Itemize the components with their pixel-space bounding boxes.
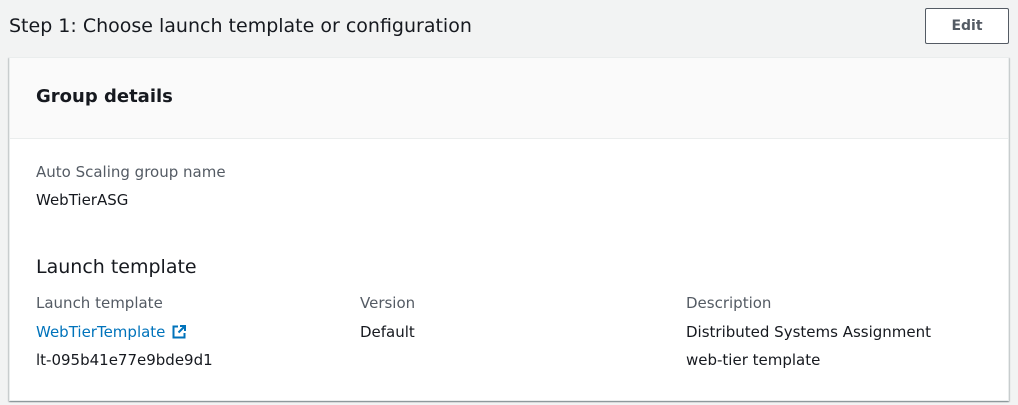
description-line-1: Distributed Systems Assignment bbox=[686, 323, 932, 341]
group-details-panel: Group details Auto Scaling group name We… bbox=[9, 57, 1009, 401]
version-value: Default bbox=[360, 323, 415, 341]
launch-template-link[interactable]: WebTierTemplate bbox=[36, 322, 187, 342]
launch-template-link-text[interactable]: WebTierTemplate bbox=[36, 322, 165, 342]
launch-template-heading: Launch template bbox=[36, 256, 197, 278]
launch-template-label: Launch template bbox=[36, 294, 163, 312]
launch-template-id: lt-095b41e77e9bde9d1 bbox=[36, 351, 213, 369]
external-link-icon[interactable] bbox=[171, 324, 187, 340]
panel-title: Group details bbox=[36, 86, 173, 107]
step-title: Step 1: Choose launch template or config… bbox=[9, 15, 472, 37]
asg-name-label: Auto Scaling group name bbox=[36, 163, 226, 181]
step-header: Step 1: Choose launch template or config… bbox=[0, 0, 1018, 52]
version-label: Version bbox=[360, 294, 416, 312]
description-line-2: web-tier template bbox=[686, 351, 821, 369]
description-label: Description bbox=[686, 294, 772, 312]
asg-name-value: WebTierASG bbox=[36, 191, 129, 209]
panel-header: Group details bbox=[10, 58, 1008, 139]
edit-button[interactable]: Edit bbox=[925, 8, 1009, 44]
